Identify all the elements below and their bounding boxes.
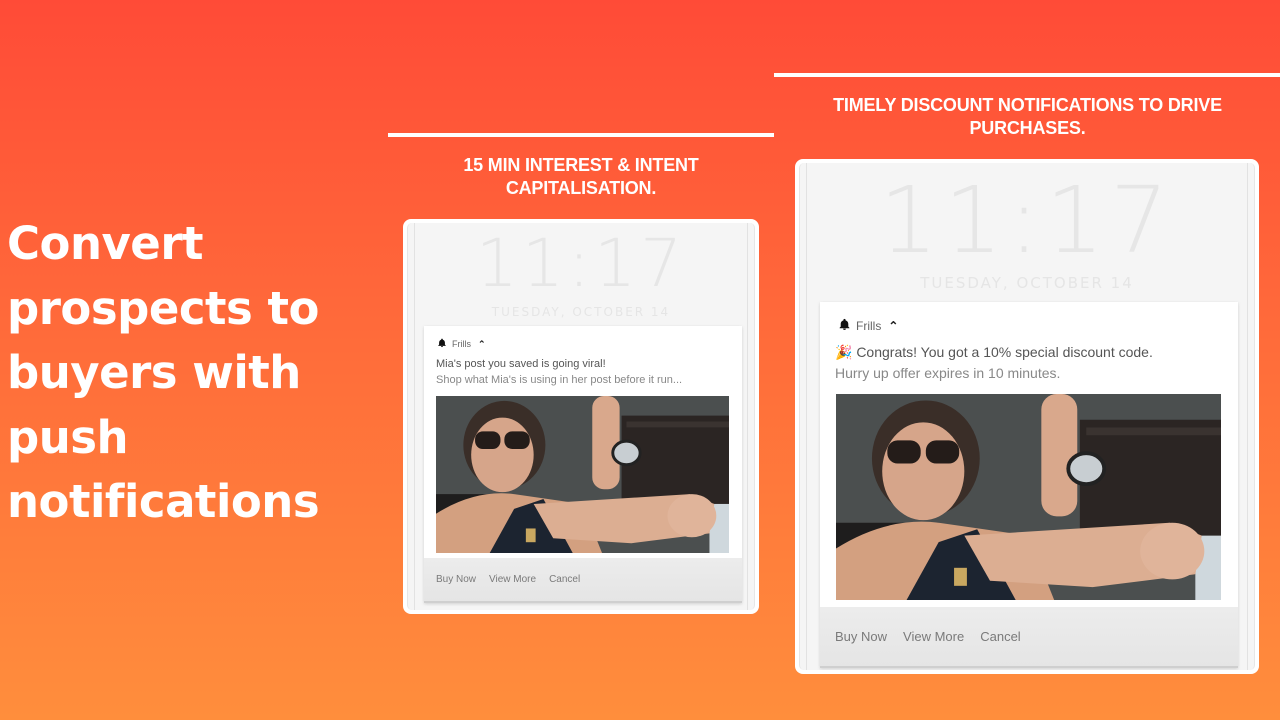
notification-actions: Buy Now View More Cancel bbox=[424, 558, 742, 603]
buy-now-button[interactable]: Buy Now bbox=[436, 574, 476, 585]
phone-mockup-discount: 11:17 TUESDAY, OCTOBER 14 Frills ⌃ 🎉 Con… bbox=[795, 159, 1259, 674]
divider-left bbox=[388, 133, 774, 137]
push-notification[interactable]: Frills ⌃ Mia's post you saved is going v… bbox=[424, 326, 742, 603]
caption-intent: 15 MIN INTEREST & INTENT CAPITALISATION. bbox=[463, 155, 699, 198]
notification-image bbox=[836, 394, 1221, 600]
app-name: Frills bbox=[856, 319, 882, 333]
lock-screen: 11:17 TUESDAY, OCTOBER 14 Frills ⌃ Mia's… bbox=[407, 223, 755, 610]
notification-image bbox=[436, 396, 729, 553]
notification-title: Mia's post you saved is going viral! bbox=[436, 358, 606, 370]
app-name: Frills bbox=[452, 339, 471, 349]
lockscreen-clock: 11:17 bbox=[475, 225, 687, 302]
headline: Convert prospects to buyers with push no… bbox=[7, 217, 320, 528]
notification-header: Frills ⌃ bbox=[838, 318, 898, 334]
bell-icon bbox=[437, 338, 447, 350]
view-more-button[interactable]: View More bbox=[903, 629, 964, 644]
chevron-up-icon[interactable]: ⌃ bbox=[888, 319, 898, 333]
caption-discount: TIMELY DISCOUNT NOTIFICATIONS TO DRIVE P… bbox=[833, 95, 1222, 138]
lockscreen-date: TUESDAY, OCTOBER 14 bbox=[491, 305, 671, 319]
notification-title: 🎉 Congrats! You got a 10% special discou… bbox=[835, 344, 1153, 360]
phone-mockup-intent: 11:17 TUESDAY, OCTOBER 14 Frills ⌃ Mia's… bbox=[403, 219, 759, 614]
cancel-button[interactable]: Cancel bbox=[549, 574, 580, 585]
push-notification[interactable]: Frills ⌃ 🎉 Congrats! You got a 10% speci… bbox=[820, 302, 1238, 668]
lockscreen-clock: 11:17 bbox=[879, 167, 1175, 274]
lockscreen-date: TUESDAY, OCTOBER 14 bbox=[920, 274, 1134, 292]
cancel-button[interactable]: Cancel bbox=[980, 629, 1020, 644]
divider-right bbox=[774, 73, 1280, 77]
buy-now-button[interactable]: Buy Now bbox=[835, 629, 887, 644]
notification-body: Hurry up offer expires in 10 minutes. bbox=[835, 365, 1061, 381]
bell-icon bbox=[838, 318, 851, 334]
view-more-button[interactable]: View More bbox=[489, 574, 536, 585]
lock-screen: 11:17 TUESDAY, OCTOBER 14 Frills ⌃ 🎉 Con… bbox=[799, 163, 1255, 670]
notification-actions: Buy Now View More Cancel bbox=[820, 607, 1238, 668]
chevron-up-icon[interactable]: ⌃ bbox=[478, 339, 486, 350]
notification-body: Shop what Mia's is using in her post bef… bbox=[436, 374, 683, 386]
notification-header: Frills ⌃ bbox=[437, 338, 486, 350]
